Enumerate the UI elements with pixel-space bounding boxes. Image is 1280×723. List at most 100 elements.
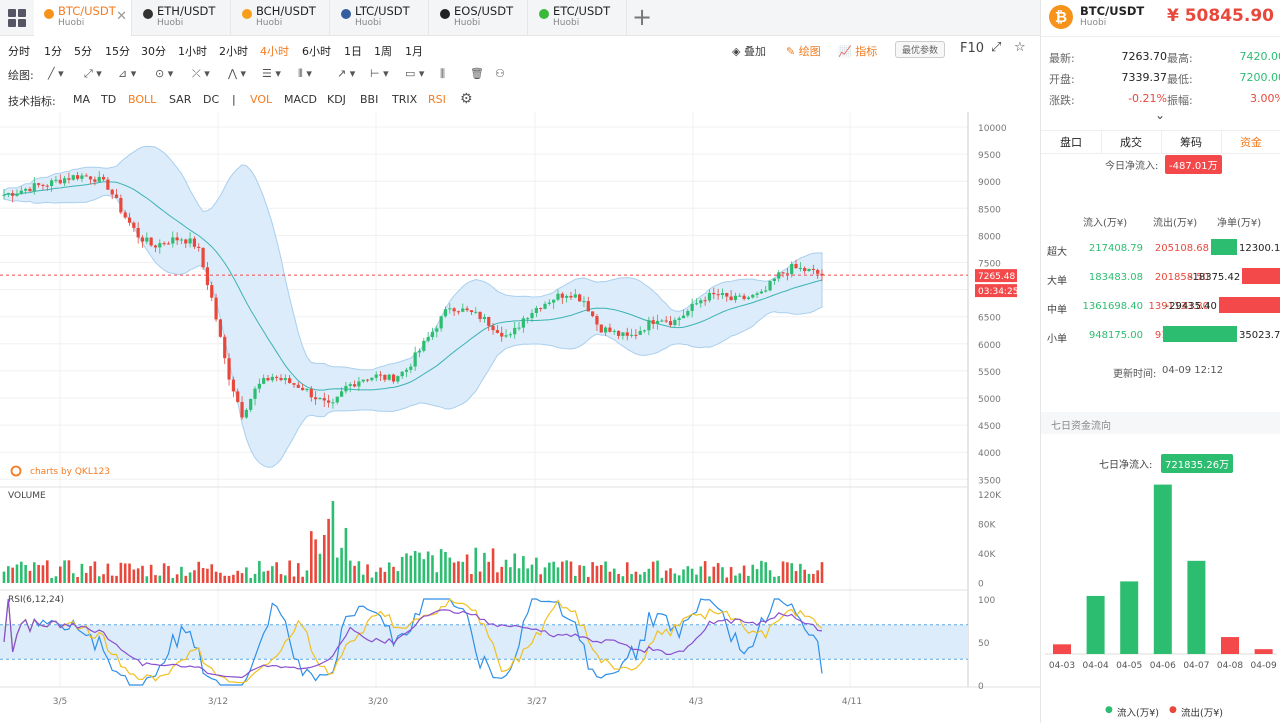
measure-tool-icon[interactable]: ⊢ ▾ — [370, 67, 389, 80]
period-6[interactable]: 2小时 — [219, 43, 248, 59]
volume-bar — [245, 567, 248, 583]
trash-icon[interactable]: 🗑 — [470, 67, 484, 80]
volume-bar — [755, 569, 759, 583]
volume-bar — [232, 574, 235, 583]
fib-tool-icon[interactable]: ☰ ▾ — [262, 67, 281, 80]
candle — [469, 310, 474, 313]
candle — [504, 335, 508, 337]
candle — [54, 179, 58, 181]
panel-tab-1[interactable]: 成交 — [1101, 130, 1162, 154]
expand-chevron-icon[interactable]: ⌄ — [1155, 108, 1165, 122]
tab-eos[interactable]: EOS/USDT Huobi — [430, 0, 528, 36]
tab-pair: BCH/USDT — [256, 4, 316, 18]
indicator-dc[interactable]: DC — [203, 93, 219, 106]
candle — [348, 384, 352, 386]
volume-bar — [128, 563, 131, 583]
period-3[interactable]: 15分 — [105, 43, 130, 59]
cross-tool-icon[interactable]: ⤫ ▾ — [192, 67, 210, 81]
eye-icon[interactable]: ⚇ — [495, 67, 505, 80]
indicator-td[interactable]: TD — [101, 93, 116, 106]
stat-label: 振幅: — [1167, 94, 1193, 107]
period-2[interactable]: 5分 — [74, 43, 92, 59]
f10-button[interactable]: F10 — [960, 41, 984, 56]
indicator-macd[interactable]: MACD — [284, 93, 317, 106]
candle — [443, 309, 448, 317]
period-7[interactable]: 4小时 — [260, 43, 289, 59]
candle — [759, 291, 764, 294]
star-icon[interactable]: ☆ — [1014, 40, 1026, 55]
tab-ltc[interactable]: LTC/USDT Huobi — [331, 0, 429, 36]
arrow-tool-icon[interactable]: ↗ ▾ — [337, 67, 355, 80]
ray-tool-icon[interactable]: ⤢ ▾ — [84, 67, 102, 81]
channel-tool-icon[interactable]: ⊿ ▾ — [118, 67, 136, 80]
bar-tool-icon[interactable]: ⫼ — [440, 67, 445, 81]
volume-bar — [816, 570, 819, 583]
volume-bar — [63, 560, 66, 583]
seven-day-net-label: 七日净流入: — [1099, 460, 1153, 471]
volume-bar — [426, 551, 430, 583]
volume-bar — [617, 573, 620, 583]
period-1[interactable]: 1分 — [44, 43, 62, 59]
indicator-boll[interactable]: BOLL — [128, 93, 156, 106]
indicator-ma[interactable]: MA — [73, 93, 90, 106]
period-9[interactable]: 1日 — [344, 43, 362, 59]
circle-tool-icon[interactable]: ⊙ ▾ — [155, 67, 173, 80]
indicator-bbi[interactable]: BBI — [360, 93, 378, 106]
gann-tool-icon[interactable]: ⦀ ▾ — [298, 67, 312, 81]
price-chart[interactable]: 1000095009000850080007500700065006000550… — [0, 112, 1040, 717]
period-10[interactable]: 1周 — [374, 43, 392, 59]
update-time: 04-09 12:12 — [1162, 365, 1224, 376]
tab-eth[interactable]: ETH/USDT Huobi — [133, 0, 231, 36]
candle — [781, 272, 785, 274]
volume-bar — [97, 576, 101, 583]
volume-bar — [15, 564, 19, 583]
add-tab-button[interactable]: + — [632, 4, 652, 30]
tab-bch[interactable]: BCH/USDT Huobi — [232, 0, 330, 36]
panel-tab-3[interactable]: 资金 — [1221, 130, 1280, 154]
candle — [478, 311, 482, 319]
volume-bar — [677, 575, 681, 583]
candle — [288, 378, 292, 384]
volume-bar — [184, 575, 188, 583]
tab-btc[interactable]: BTC/USDT Huobi ✕ — [34, 0, 132, 36]
fullscreen-icon[interactable]: ⤢ — [991, 40, 1001, 55]
optimize-params-button[interactable]: 最优参数 — [895, 41, 946, 58]
panel-tab-2[interactable]: 筹码 — [1161, 130, 1222, 154]
indicator-vol[interactable]: VOL — [250, 93, 272, 106]
volume-bar — [686, 566, 690, 583]
pattern-tool-icon[interactable]: ⋀ ▾ — [228, 67, 246, 80]
period-0[interactable]: 分时 — [8, 43, 30, 59]
legend-in-dot: ● — [1105, 705, 1113, 715]
volume-bar — [262, 571, 265, 583]
rsi-tick: 100 — [978, 596, 995, 606]
candle — [807, 268, 811, 272]
volume-bar — [543, 567, 547, 583]
volume-bar — [136, 568, 140, 583]
volume-bar — [327, 518, 330, 583]
draw-button[interactable]: ✎ 绘图 — [786, 43, 821, 59]
indicator-sar[interactable]: SAR — [169, 93, 191, 106]
indicator-button[interactable]: 📈 指标 — [838, 43, 877, 59]
divider — [1041, 36, 1280, 37]
line-tool-icon[interactable]: ╱ ▾ — [48, 67, 64, 80]
indicator-trix[interactable]: TRIX — [392, 93, 417, 106]
indicator-rsi[interactable]: RSI — [428, 93, 446, 106]
candle — [162, 243, 166, 245]
period-8[interactable]: 6小时 — [302, 43, 331, 59]
candle — [32, 183, 36, 192]
candle — [322, 398, 326, 401]
period-5[interactable]: 1小时 — [178, 43, 207, 59]
text-tool-icon[interactable]: ▭ ▾ — [405, 67, 424, 80]
period-4[interactable]: 30分 — [141, 43, 166, 59]
candle — [119, 197, 123, 213]
tab-etc[interactable]: ETC/USDT Huobi — [529, 0, 627, 36]
indicator-kdj[interactable]: KDJ — [327, 93, 346, 106]
grid-menu-icon[interactable] — [8, 9, 26, 27]
period-11[interactable]: 1月 — [405, 43, 423, 59]
volume-bar — [509, 567, 512, 583]
close-icon[interactable]: ✕ — [116, 9, 127, 24]
volume-bar — [89, 566, 92, 583]
gear-icon[interactable]: ⚙ — [460, 91, 473, 107]
panel-tab-0[interactable]: 盘口 — [1041, 130, 1102, 154]
overlay-button[interactable]: ◈ 叠加 — [732, 43, 766, 59]
